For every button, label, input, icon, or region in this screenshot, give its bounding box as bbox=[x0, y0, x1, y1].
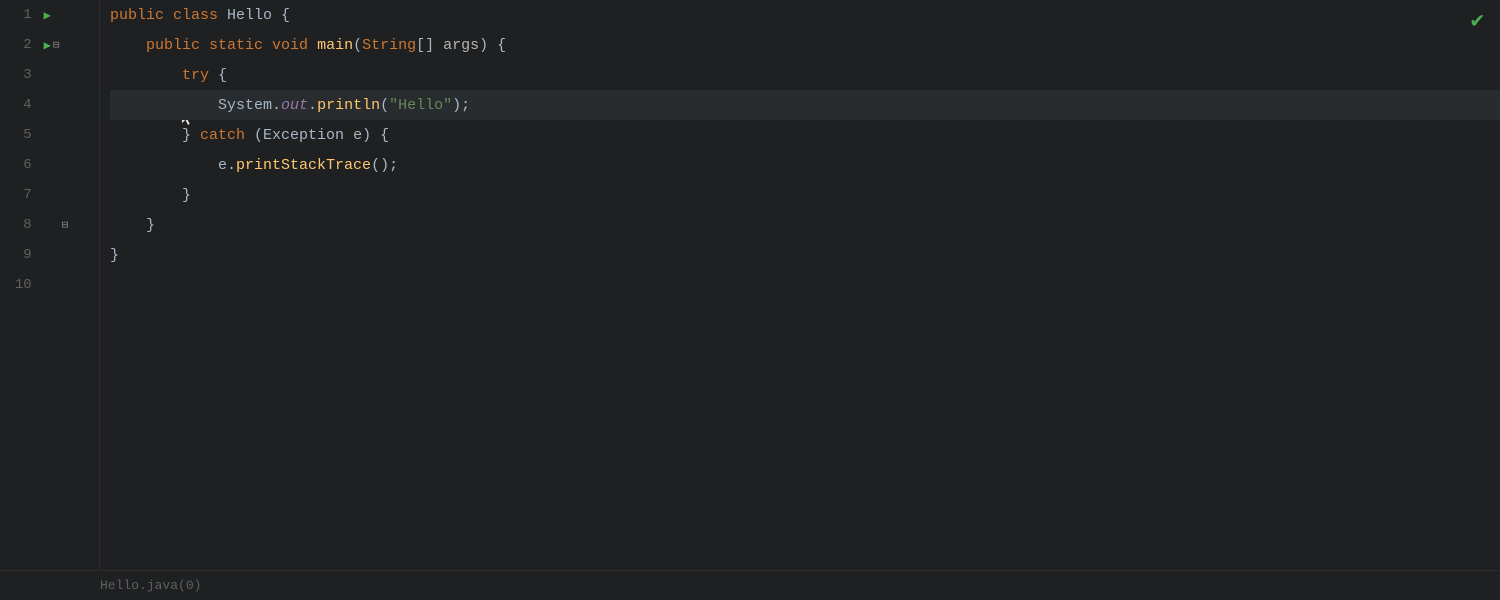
code-token: public bbox=[146, 37, 209, 54]
line-number-5: 5 bbox=[0, 120, 40, 150]
code-token: [] bbox=[416, 37, 443, 54]
line-number-10: 10 bbox=[0, 270, 40, 300]
code-area: 1 ▶ 2 ▶ ⊟ 3 4 5 bbox=[0, 0, 1500, 570]
line-number-9: 9 bbox=[0, 240, 40, 270]
code-token: static bbox=[209, 37, 272, 54]
line-number-3: 3 bbox=[0, 60, 40, 90]
code-token: void bbox=[272, 37, 317, 54]
code-token: public bbox=[110, 7, 173, 24]
code-line-7[interactable]: } bbox=[110, 180, 1500, 210]
gutter-line-9: 9 bbox=[0, 240, 99, 270]
code-token: "Hello" bbox=[389, 97, 452, 114]
code-line-3[interactable]: try { bbox=[110, 60, 1500, 90]
code-line-6[interactable]: e.printStackTrace(); bbox=[110, 150, 1500, 180]
code-token: ) { bbox=[362, 127, 389, 144]
line-number-4: 4 bbox=[0, 90, 40, 120]
line-controls-1: ▶ bbox=[40, 8, 99, 23]
code-token: { bbox=[209, 67, 227, 84]
code-token: out bbox=[281, 97, 308, 114]
code-token: println bbox=[317, 97, 380, 114]
gutter-line-1: 1 ▶ bbox=[0, 0, 99, 30]
code-token: System. bbox=[110, 97, 281, 114]
fold-icon-8[interactable]: ⊟ bbox=[62, 218, 69, 232]
code-token: main bbox=[317, 37, 353, 54]
run-arrow-2[interactable]: ▶ bbox=[44, 38, 51, 53]
line-number-6: 6 bbox=[0, 150, 40, 180]
code-token: e. bbox=[110, 157, 236, 174]
code-token: ) { bbox=[479, 37, 506, 54]
bottom-bar: Hello.java(0) bbox=[0, 570, 1500, 600]
code-token: Hello { bbox=[227, 7, 290, 24]
code-line-4[interactable]: System.out.println("Hello"); bbox=[110, 90, 1500, 120]
code-token: catch bbox=[200, 127, 245, 144]
gutter-line-5: 5 bbox=[0, 120, 99, 150]
editor-container: 1 ▶ 2 ▶ ⊟ 3 4 5 bbox=[0, 0, 1500, 600]
code-token: String bbox=[362, 37, 416, 54]
line-number-2: 2 bbox=[0, 30, 40, 60]
code-content[interactable]: ✔ public class Hello { public static voi… bbox=[100, 0, 1500, 570]
code-line-2[interactable]: public static void main(String[] args) { bbox=[110, 30, 1500, 60]
run-arrow-1[interactable]: ▶ bbox=[44, 8, 51, 23]
gutter-line-4: 4 bbox=[0, 90, 99, 120]
line-number-8: 8 bbox=[0, 210, 40, 240]
line-number-1: 1 bbox=[0, 0, 40, 30]
bottom-hint-text: Hello.java(0) bbox=[100, 578, 201, 593]
code-token: } bbox=[110, 127, 200, 144]
fold-icon-2[interactable]: ⊟ bbox=[53, 38, 60, 52]
code-line-1[interactable]: public class Hello { bbox=[110, 0, 1500, 30]
code-token: } bbox=[110, 217, 155, 234]
code-token bbox=[110, 67, 182, 84]
code-token: e bbox=[353, 127, 362, 144]
code-token: ( bbox=[380, 97, 389, 114]
code-line-5[interactable]: } catch (Exception e) { bbox=[110, 120, 1500, 150]
code-line-10 bbox=[110, 270, 1500, 300]
code-line-9[interactable]: } bbox=[110, 240, 1500, 270]
line-number-7: 7 bbox=[0, 180, 40, 210]
code-token: . bbox=[308, 97, 317, 114]
gutter-line-8: 8 ⊟ bbox=[0, 210, 99, 240]
gutter: 1 ▶ 2 ▶ ⊟ 3 4 5 bbox=[0, 0, 100, 570]
code-token: Exception bbox=[263, 127, 353, 144]
code-token: ( bbox=[245, 127, 263, 144]
code-token bbox=[110, 277, 119, 294]
code-token: ( bbox=[353, 37, 362, 54]
code-token: } bbox=[110, 247, 119, 264]
code-token: args bbox=[443, 37, 479, 54]
code-token bbox=[110, 37, 146, 54]
gutter-line-2: 2 ▶ ⊟ bbox=[0, 30, 99, 60]
gutter-line-10: 10 bbox=[0, 270, 99, 300]
code-line-8[interactable]: } bbox=[110, 210, 1500, 240]
gutter-line-3: 3 bbox=[0, 60, 99, 90]
gutter-line-7: 7 bbox=[0, 180, 99, 210]
code-token: (); bbox=[371, 157, 398, 174]
line-controls-8: ⊟ bbox=[40, 218, 99, 232]
line-controls-2: ▶ ⊟ bbox=[40, 38, 99, 53]
code-token: ); bbox=[452, 97, 470, 114]
gutter-line-6: 6 bbox=[0, 150, 99, 180]
code-token: try bbox=[182, 67, 209, 84]
code-token: } bbox=[110, 187, 191, 204]
code-token: class bbox=[173, 7, 227, 24]
code-token: printStackTrace bbox=[236, 157, 371, 174]
